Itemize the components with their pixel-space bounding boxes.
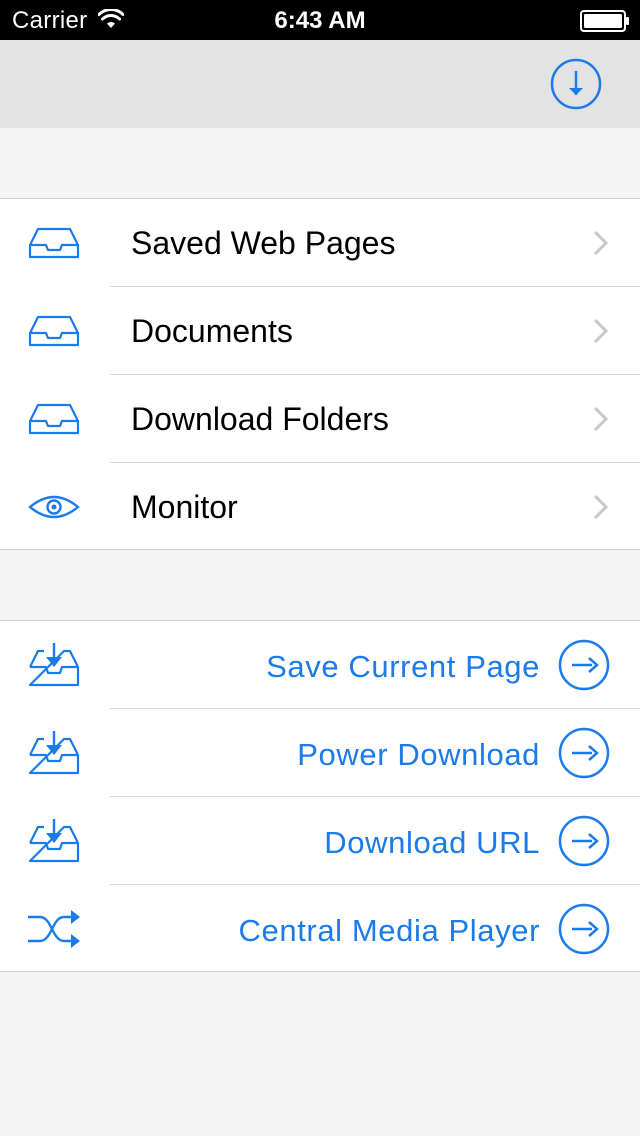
chevron-right-icon — [592, 317, 610, 345]
list-item-label: Documents — [131, 313, 293, 349]
inbox-tray-icon — [26, 309, 82, 353]
list-item-label: Saved Web Pages — [131, 225, 396, 261]
arrow-right-circle-icon[interactable] — [558, 639, 610, 691]
navigation-bar — [0, 40, 640, 128]
list-item-label: Monitor — [131, 489, 238, 525]
list-item-documents[interactable]: Documents — [0, 287, 640, 375]
actions-list: Save Current Page Power Download Downloa… — [0, 620, 640, 972]
chevron-right-icon — [592, 405, 610, 433]
arrow-right-circle-icon[interactable] — [558, 727, 610, 779]
action-save-current-page[interactable]: Save Current Page — [0, 621, 640, 709]
action-central-media-player[interactable]: Central Media Player — [0, 885, 640, 973]
status-bar: Carrier 6:43 AM — [0, 0, 640, 40]
action-label: Central Media Player — [238, 913, 540, 948]
chevron-right-icon — [592, 229, 610, 257]
action-power-download[interactable]: Power Download — [0, 709, 640, 797]
inbox-tray-icon — [26, 221, 82, 265]
shuffle-icon — [26, 907, 82, 951]
action-label: Save Current Page — [266, 649, 540, 684]
list-item-saved-web-pages[interactable]: Saved Web Pages — [0, 199, 640, 287]
arrow-right-circle-icon[interactable] — [558, 903, 610, 955]
eye-icon — [26, 485, 82, 529]
action-download-url[interactable]: Download URL — [0, 797, 640, 885]
download-circle-icon[interactable] — [550, 58, 602, 110]
arrow-right-circle-icon[interactable] — [558, 815, 610, 867]
library-list: Saved Web Pages Documents Download Folde… — [0, 198, 640, 550]
tray-download-icon — [26, 729, 82, 775]
list-item-download-folders[interactable]: Download Folders — [0, 375, 640, 463]
action-label: Power Download — [297, 737, 540, 772]
tray-download-icon — [26, 641, 82, 687]
chevron-right-icon — [592, 493, 610, 521]
clock-time: 6:43 AM — [274, 7, 366, 34]
battery-icon — [580, 10, 630, 37]
list-item-monitor[interactable]: Monitor — [0, 463, 640, 551]
action-label: Download URL — [324, 825, 540, 860]
list-item-label: Download Folders — [131, 401, 389, 437]
inbox-tray-icon — [26, 397, 82, 441]
tray-download-icon — [26, 817, 82, 863]
